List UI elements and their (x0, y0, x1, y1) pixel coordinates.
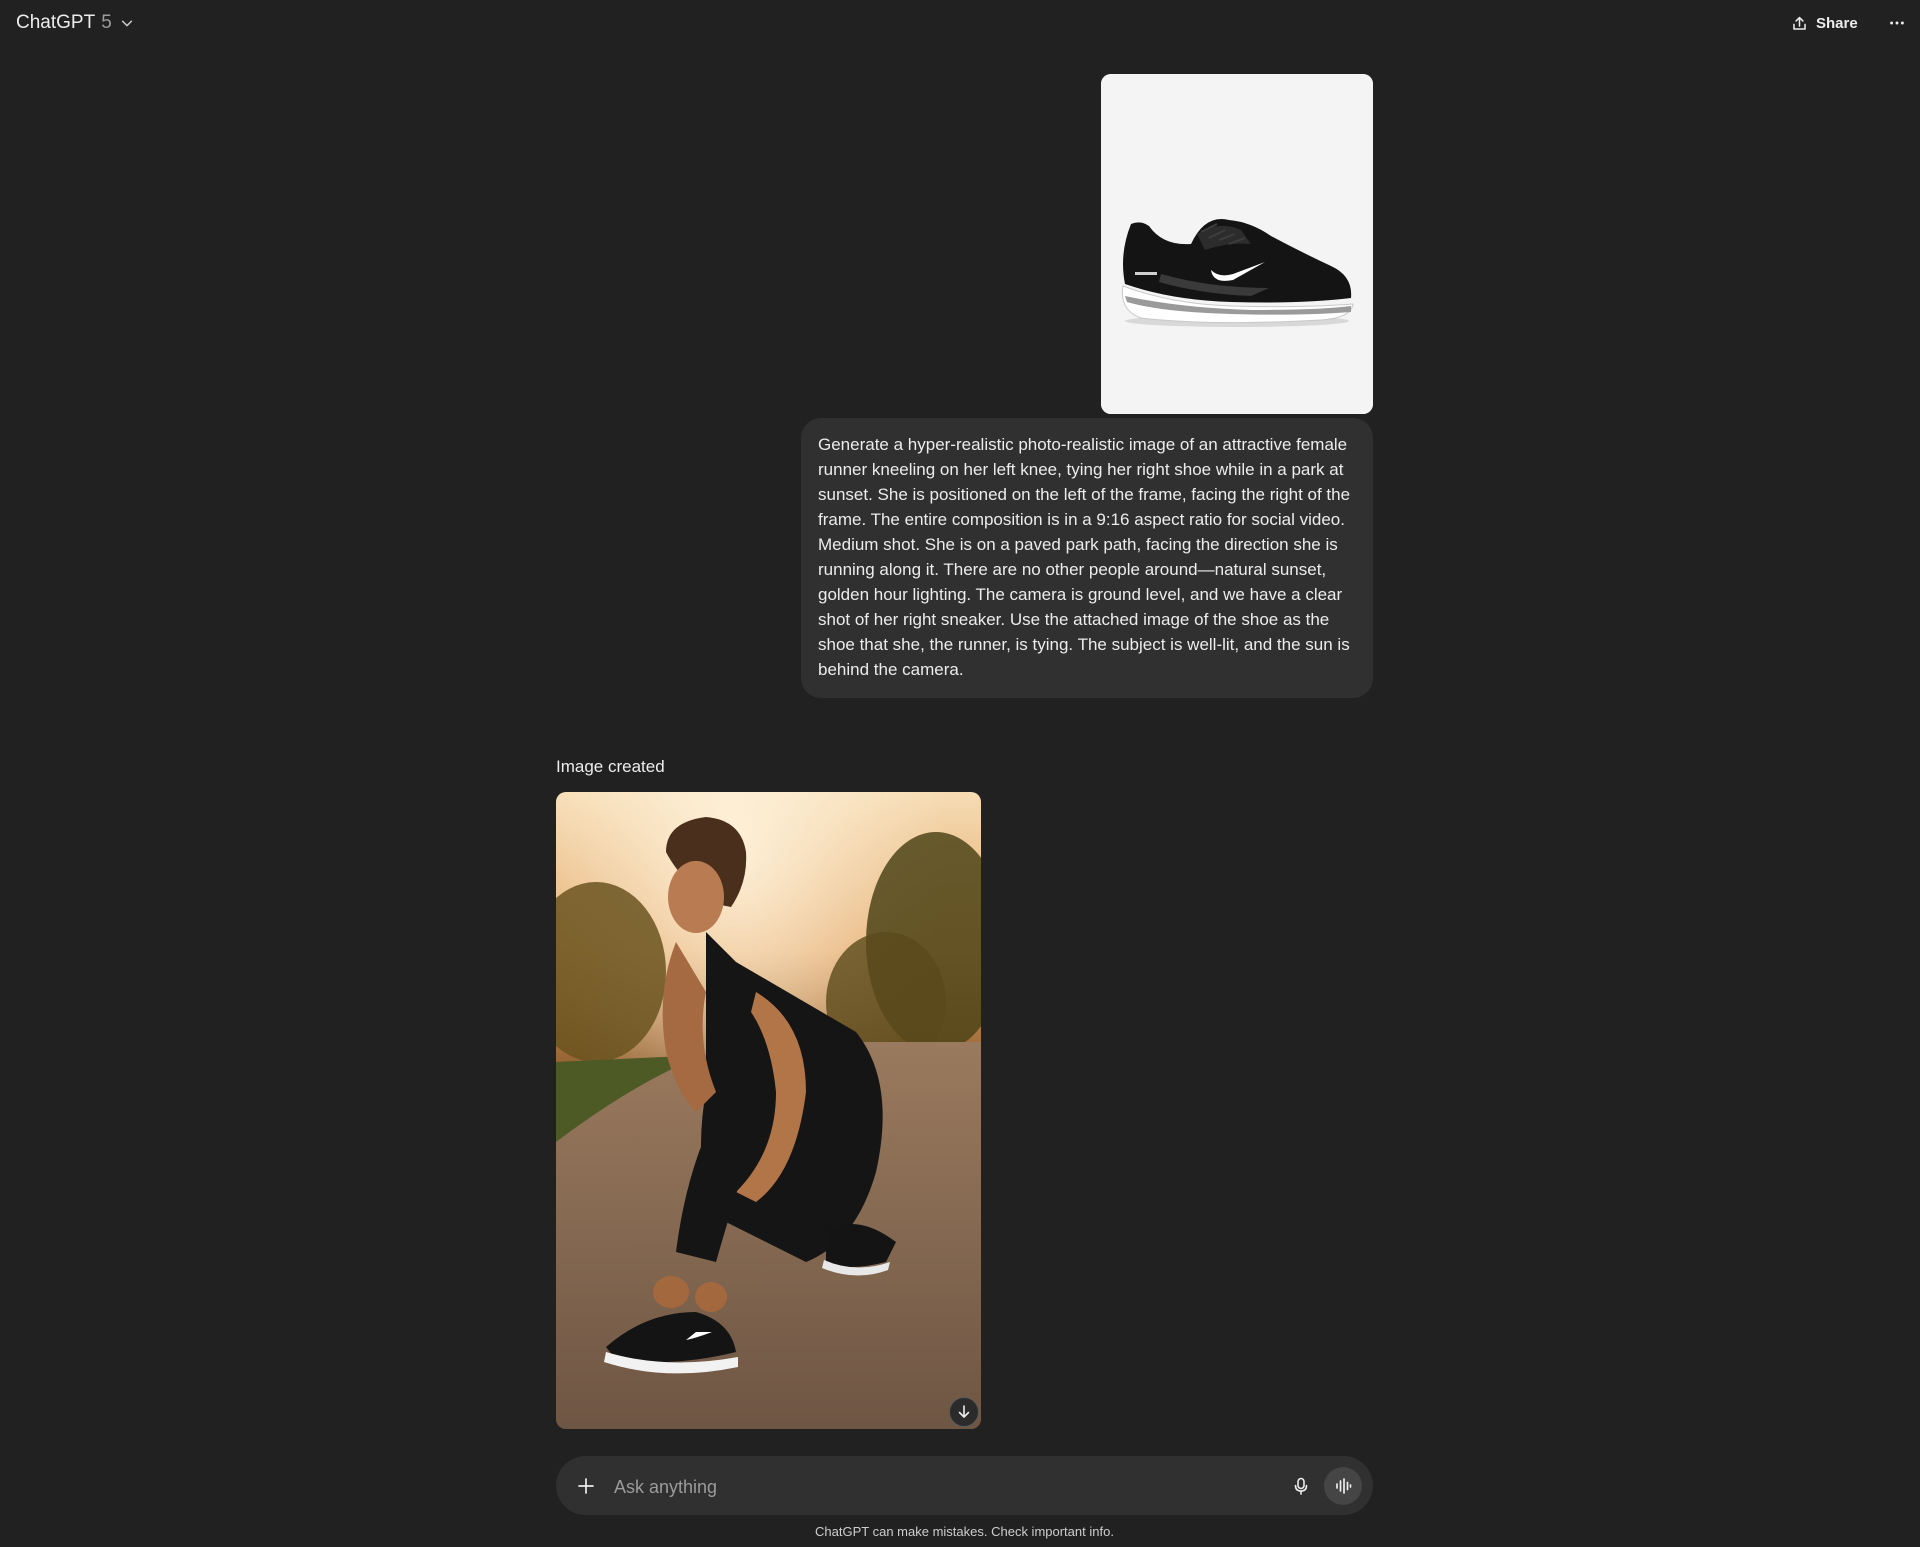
image-created-label: Image created (556, 757, 665, 776)
share-label: Share (1816, 14, 1858, 32)
message-input[interactable] (612, 1470, 1256, 1504)
share-icon (1793, 16, 1806, 30)
user-message-bubble: Generate a hyper-realistic photo-realist… (801, 418, 1373, 698)
chat-page: ChatGPT 5 Share Generate a hyper-realist… (0, 0, 1920, 1547)
dictate-button[interactable] (1285, 1470, 1317, 1502)
plus-icon (578, 1478, 594, 1494)
ellipsis-icon (1890, 21, 1904, 25)
microphone-icon (1294, 1477, 1308, 1495)
download-button[interactable] (949, 1397, 979, 1427)
running-shoe-image (1101, 74, 1373, 414)
chevron-down-icon (121, 20, 132, 27)
user-image-attachment[interactable] (1101, 74, 1373, 414)
model-switcher[interactable]: ChatGPT 5 (10, 9, 140, 37)
download-icon (958, 1405, 970, 1418)
model-name: ChatGPT (16, 12, 96, 33)
share-button[interactable]: Share (1785, 10, 1864, 36)
model-version: 5 (101, 12, 112, 33)
composer (556, 1456, 1373, 1515)
more-options-button[interactable] (1884, 10, 1910, 36)
generated-runner-image (556, 792, 981, 1429)
disclaimer-text: ChatGPT can make mistakes. Check importa… (815, 1524, 1114, 1539)
user-message-text: Generate a hyper-realistic photo-realist… (818, 435, 1351, 679)
add-attachment-button[interactable] (570, 1470, 602, 1502)
generated-image-card[interactable] (556, 792, 981, 1429)
voice-waveform-icon (1336, 1478, 1352, 1494)
voice-mode-button[interactable] (1324, 1467, 1362, 1505)
top-bar: ChatGPT 5 Share (0, 0, 1920, 46)
